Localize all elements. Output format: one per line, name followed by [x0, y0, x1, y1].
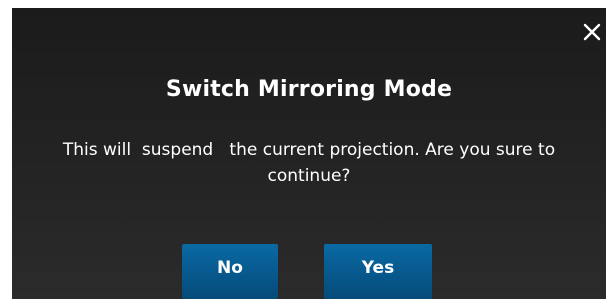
close-icon — [583, 23, 601, 41]
dialog-title: Switch Mirroring Mode — [165, 77, 453, 102]
dialog-message: This will suspend the current projection… — [62, 140, 561, 186]
switch-mirroring-dialog: Switch Mirroring Mode This will suspend … — [12, 8, 606, 299]
yes-button[interactable]: Yes — [324, 244, 432, 299]
close-button[interactable] — [580, 20, 604, 44]
no-button[interactable]: No — [182, 244, 278, 299]
